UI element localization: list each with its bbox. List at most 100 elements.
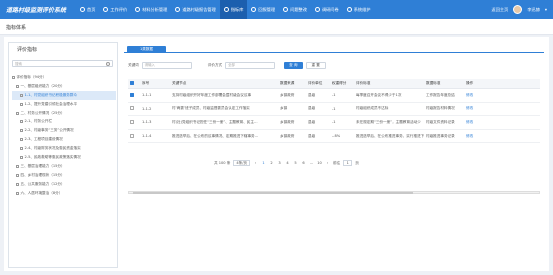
tree-item[interactable]: 三、基层治理能力（15分） xyxy=(12,162,116,171)
table-cell: 乡镇政府 xyxy=(280,119,295,124)
tree-item[interactable]: 五、公共服务能力（12分） xyxy=(12,180,116,189)
column-header: 关键节点 xyxy=(172,81,187,85)
expand-toggle-icon[interactable] xyxy=(20,147,23,151)
nav-item-7[interactable]: 调研问卷 xyxy=(311,0,343,19)
tree-item[interactable]: 2-4、村级财务状况及惠民资金落实 xyxy=(12,144,116,153)
tree-item-label: 四、乡村治理现状（15分） xyxy=(20,172,65,177)
back-to-home-link[interactable]: 返回主页 xyxy=(492,7,509,13)
table-row[interactable]: 1-1-2 村‘两委’班子成员、村级监督委员会认定工作落实 乡镇 县级 -1 村级组织成员… xyxy=(128,103,540,117)
indicator-detail-panel: 1类数据 关键词 请输入 评价方式 全部 查 询 重 置 序号 关键节点 数据来… xyxy=(124,42,544,194)
nav-item-6[interactable]: 问题整改 xyxy=(279,0,311,19)
page-size-select[interactable]: 4条/页 xyxy=(233,160,251,166)
edit-link[interactable]: 修改 xyxy=(464,93,484,98)
search-icon[interactable] xyxy=(106,62,110,66)
table-row[interactable]: 1-1-4 推进选举后、在公布的议事情况、定期推进下辖事务… 乡镇政府 县级 -.8% 推… xyxy=(128,130,540,144)
edit-link[interactable]: 修改 xyxy=(464,120,484,125)
keyword-input[interactable]: 请输入 xyxy=(141,61,192,69)
expand-toggle-icon[interactable] xyxy=(16,111,19,115)
page-number-button[interactable]: 4 xyxy=(285,161,290,165)
tree-item[interactable]: 2-1、村务公开栏 xyxy=(12,117,116,126)
expand-toggle-icon[interactable] xyxy=(20,93,23,97)
page-number-button[interactable]: 6 xyxy=(301,161,306,165)
tree-item[interactable]: 六、人居环境整治（8分） xyxy=(12,189,116,198)
reset-button[interactable]: 重 置 xyxy=(305,61,326,69)
clipboard-icon xyxy=(103,7,109,12)
row-checkbox[interactable] xyxy=(130,106,134,111)
expand-toggle-icon[interactable] xyxy=(16,173,19,177)
tree-search-input[interactable]: 搜索 xyxy=(12,60,113,67)
expand-toggle-icon[interactable] xyxy=(12,75,15,79)
page-number-button[interactable]: 10 xyxy=(317,161,322,165)
column-header: 操作 xyxy=(466,81,474,85)
prev-page-button[interactable]: ‹ xyxy=(253,161,258,165)
select-all-cell[interactable] xyxy=(128,81,140,86)
horizontal-scrollbar[interactable] xyxy=(128,191,540,194)
row-checkbox[interactable] xyxy=(130,92,134,97)
page-number-button[interactable]: … xyxy=(309,161,314,165)
tree-item[interactable]: 评价指标（94分） xyxy=(12,73,116,82)
expand-toggle-icon[interactable] xyxy=(16,84,19,88)
table-cell: 工作报告年度总结 xyxy=(426,92,455,97)
edit-link[interactable]: 修改 xyxy=(464,106,484,111)
tool-icon xyxy=(283,7,289,12)
user-name[interactable]: 李迅赫 xyxy=(527,7,540,13)
avatar[interactable] xyxy=(513,5,523,14)
query-button[interactable]: 查 询 xyxy=(284,61,303,69)
scrollbar-thumb[interactable] xyxy=(133,192,413,194)
page-number-button[interactable]: 2 xyxy=(269,161,274,165)
filter-bar: 关键词 请输入 评价方式 全部 查 询 重 置 xyxy=(128,61,326,69)
page-number-button[interactable]: 3 xyxy=(277,161,282,165)
tree-item[interactable]: 一、基层组织能力（20分） xyxy=(12,82,116,91)
nav-item-label: 工作评价 xyxy=(110,6,128,12)
tree-item[interactable]: 二、村务公开情况（25分） xyxy=(12,109,116,118)
nav-item-1[interactable]: 工作评价 xyxy=(99,0,131,19)
top-navigation-bar: 道路村级监测评价系统 首页 工作评价 材料分析管理 道路村级报告管理 指标库 回报管理 问题… xyxy=(0,0,553,19)
tree-item-label: 1-2、提升党建引领社会治理水平 xyxy=(24,101,78,106)
expand-toggle-icon[interactable] xyxy=(20,155,23,159)
row-checkbox[interactable] xyxy=(130,119,134,124)
nav-item-4[interactable]: 指标库 xyxy=(219,0,248,19)
row-select-cell[interactable] xyxy=(128,92,140,98)
goto-page-input[interactable]: 1 xyxy=(343,160,353,166)
tree-item-label: 2-2、村级事务“三务”公开情况 xyxy=(24,128,74,133)
nav-item-0[interactable]: 首页 xyxy=(76,0,99,19)
tree-item-label: 六、人居环境整治（8分） xyxy=(20,190,63,195)
table-cell: -1 xyxy=(332,120,336,125)
expand-toggle-icon[interactable] xyxy=(16,182,19,186)
nav-item-3[interactable]: 道路村级报告管理 xyxy=(171,0,220,19)
row-select-cell[interactable] xyxy=(128,119,140,125)
nav-item-label: 调研问卷 xyxy=(321,6,339,12)
select-all-checkbox[interactable] xyxy=(130,81,134,85)
next-page-button[interactable]: › xyxy=(325,161,330,165)
tree-item[interactable]: 2-2、村级事务“三务”公开情况 xyxy=(12,126,116,135)
page-number-button[interactable]: 5 xyxy=(293,161,298,165)
tree-item[interactable]: 四、乡村治理现状（15分） xyxy=(12,171,116,180)
expand-toggle-icon[interactable] xyxy=(20,102,23,106)
expand-toggle-icon[interactable] xyxy=(16,164,19,168)
expand-toggle-icon[interactable] xyxy=(20,138,23,142)
tree-item[interactable]: 2-3、工程项目建设情况 xyxy=(12,135,116,144)
edit-link[interactable]: 修改 xyxy=(464,134,484,139)
evaluation-type-label: 评价方式 xyxy=(207,62,223,67)
table-body: 1-1-1 支持村级组织开好年度工作部署会暨村级会议议事 乡镇政府 县级 -1 每季度召开… xyxy=(128,89,540,144)
row-select-cell[interactable] xyxy=(128,133,140,139)
evaluation-type-select[interactable]: 全部 xyxy=(225,61,276,69)
home-icon xyxy=(80,7,85,12)
tree-item[interactable]: 1-1、村党组织书记积极服务群众 xyxy=(12,90,116,100)
expand-toggle-icon[interactable] xyxy=(20,120,23,124)
page-number-button[interactable]: 1 xyxy=(261,161,266,165)
table-row[interactable]: 1-1-3 村(社)党组织书记担任“三份一册”、主题教育、民主… 乡镇政府 县级 -1 未… xyxy=(128,116,540,130)
tree-item[interactable]: 2-5、民政救助等惠民政策落实情况 xyxy=(12,153,116,162)
table-row[interactable]: 1-1-1 支持村级组织开好年度工作部署会暨村级会议议事 乡镇政府 县级 -1 每季度召开… xyxy=(128,89,540,103)
tree-item-label: 一、基层组织能力（20分） xyxy=(20,83,65,88)
nav-item-2[interactable]: 材料分析管理 xyxy=(131,0,171,19)
document-icon xyxy=(175,7,181,12)
expand-toggle-icon[interactable] xyxy=(20,129,23,133)
row-checkbox[interactable] xyxy=(130,133,134,138)
nav-item-8[interactable]: 系统维护 xyxy=(343,0,375,19)
nav-item-5[interactable]: 回报管理 xyxy=(247,0,279,19)
expand-toggle-icon[interactable] xyxy=(16,191,19,195)
tree-item[interactable]: 1-2、提升党建引领社会治理水平 xyxy=(12,100,116,109)
row-select-cell[interactable] xyxy=(128,106,140,111)
chevron-down-icon[interactable]: ▾ xyxy=(545,7,547,12)
